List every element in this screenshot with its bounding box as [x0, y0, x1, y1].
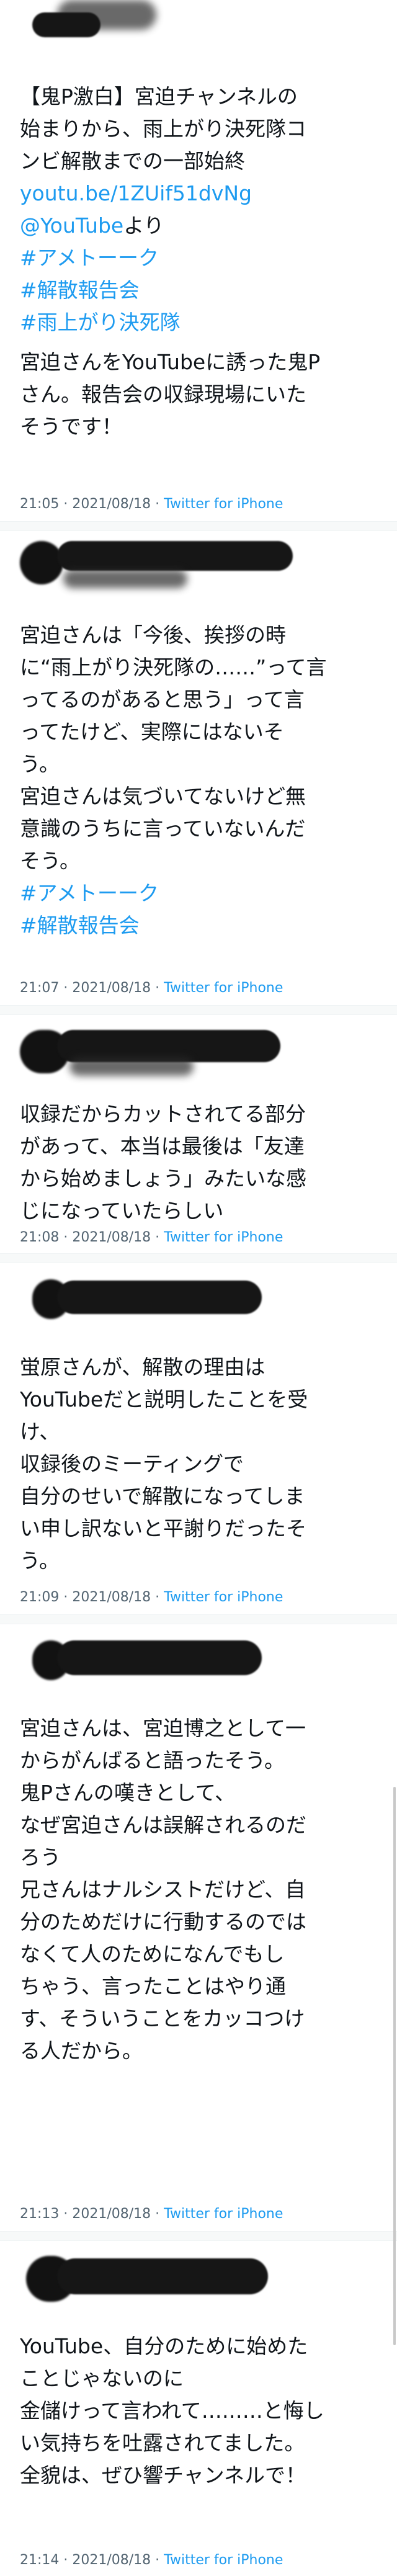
tweet-divider: [0, 1005, 397, 1015]
tweet-meta: 21:09 · 2021/08/18 · Twitter for iPhone: [20, 1590, 283, 1605]
tweet-divider: [0, 2231, 397, 2241]
tweet-timestamp[interactable]: 21:09 · 2021/08/18 ·: [20, 1590, 164, 1605]
tweet-text-tail: 宮迫さんをYouTubeに誘った鬼P さん。報告会の収録現場にいた そうです！: [20, 350, 321, 439]
tweet-divider: [0, 521, 397, 531]
hashtag-link[interactable]: #アメトーーク: [20, 877, 377, 910]
mention-link[interactable]: @YouTube: [20, 213, 123, 238]
tweet-header: [20, 1628, 377, 1696]
author-name-redacted: [57, 1640, 262, 1675]
hashtag-link[interactable]: #解散報告会: [20, 910, 377, 942]
tweet-text: 蛍原さんが、解散の理由は YouTubeだと説明したことを受 け、 収録後のミー…: [20, 1355, 308, 1573]
tweet-text: 収録だからカットされてる部分 があって、本当は最後は「友達 から始めましょう」み…: [20, 1102, 306, 1223]
tweet-text: 宮迫さんは、宮迫博之として一 からがんばると語ったそう。 鬼Pさんの嘆きとして、…: [20, 1716, 306, 2063]
tweet-6: YouTube、自分のために始めた ことじゃないのに 金儲けって言われて………と…: [0, 2243, 397, 2492]
tweet-timestamp[interactable]: 21:08 · 2021/08/18 ·: [20, 1230, 164, 1245]
tweet-3: 収録だからカットされてる部分 があって、本当は最後は「友達 から始めましょう」み…: [0, 1017, 397, 1227]
tweet-timestamp[interactable]: 21:14 · 2021/08/18 ·: [20, 2552, 164, 2568]
avatar-redacted: [20, 541, 63, 584]
author-name-redacted: [57, 1281, 262, 1314]
tweet-source[interactable]: Twitter for iPhone: [164, 980, 283, 996]
tweet-source[interactable]: Twitter for iPhone: [164, 2206, 283, 2222]
tweet-source[interactable]: Twitter for iPhone: [164, 496, 283, 512]
tweet-1: 【鬼P激白】宮迫チャンネルの 始まりから、雨上がり決死隊コ ンビ解散までの一部始…: [0, 0, 397, 443]
author-name-redacted: [57, 2258, 268, 2294]
hashtag-link[interactable]: #雨上がり決死隊: [20, 306, 377, 339]
author-handle-redacted: [69, 1057, 194, 1076]
hashtag-link[interactable]: #アメトーーク: [20, 242, 377, 274]
tweet-4: 蛍原さんが、解散の理由は YouTubeだと説明したことを受 け、 収録後のミー…: [0, 1267, 397, 1577]
tweet-header: [20, 0, 377, 74]
tweet-timestamp[interactable]: 21:05 · 2021/08/18 ·: [20, 496, 164, 512]
tweet-header: [20, 2243, 377, 2312]
tweet-meta: 21:08 · 2021/08/18 · Twitter for iPhone: [20, 1230, 283, 1245]
tweet-meta: 21:13 · 2021/08/18 · Twitter for iPhone: [20, 2206, 283, 2222]
tweet-divider: [0, 1614, 397, 1624]
tweet-meta: 21:14 · 2021/08/18 · Twitter for iPhone: [20, 2552, 283, 2568]
tweet-header: [20, 535, 377, 603]
author-handle-redacted: [63, 570, 187, 588]
tweet-text: 宮迫さんは「今後、挨拶の時 に“雨上がり決死隊の……”って言 ってるのがあると思…: [20, 623, 327, 873]
tweet-header: [20, 1267, 377, 1335]
tweet-meta: 21:07 · 2021/08/18 · Twitter for iPhone: [20, 980, 283, 996]
author-handle-redacted: [32, 12, 100, 37]
tweet-source[interactable]: Twitter for iPhone: [164, 1590, 283, 1605]
hashtag-link[interactable]: #解散報告会: [20, 274, 377, 306]
tweet-timestamp[interactable]: 21:07 · 2021/08/18 ·: [20, 980, 164, 996]
scrollbar[interactable]: [393, 1787, 396, 2345]
tweet-text: 【鬼P激白】宮迫チャンネルの 始まりから、雨上がり決死隊コ ンビ解散までの一部始…: [20, 81, 377, 443]
tweet-meta: 21:05 · 2021/08/18 · Twitter for iPhone: [20, 496, 283, 512]
tweet-5: 宮迫さんは、宮迫博之として一 からがんばると語ったそう。 鬼Pさんの嘆きとして、…: [0, 1628, 397, 2067]
tweet-source[interactable]: Twitter for iPhone: [164, 2552, 283, 2568]
tweet-source[interactable]: Twitter for iPhone: [164, 1230, 283, 1245]
tweet-link[interactable]: youtu.be/1ZUif51dvNg: [20, 177, 377, 210]
tweet-timestamp[interactable]: 21:13 · 2021/08/18 ·: [20, 2206, 164, 2222]
tweet-header: [20, 1017, 377, 1086]
tweet-text: YouTube、自分のために始めた ことじゃないのに 金儲けって言われて………と…: [20, 2334, 324, 2487]
author-name-redacted: [57, 541, 293, 571]
tweet-divider: [0, 1253, 397, 1263]
tweet-hashtags: #アメトーーク #解散報告会: [20, 877, 377, 942]
tweet-2: 宮迫さんは「今後、挨拶の時 に“雨上がり決死隊の……”って言 ってるのがあると思…: [0, 535, 397, 942]
